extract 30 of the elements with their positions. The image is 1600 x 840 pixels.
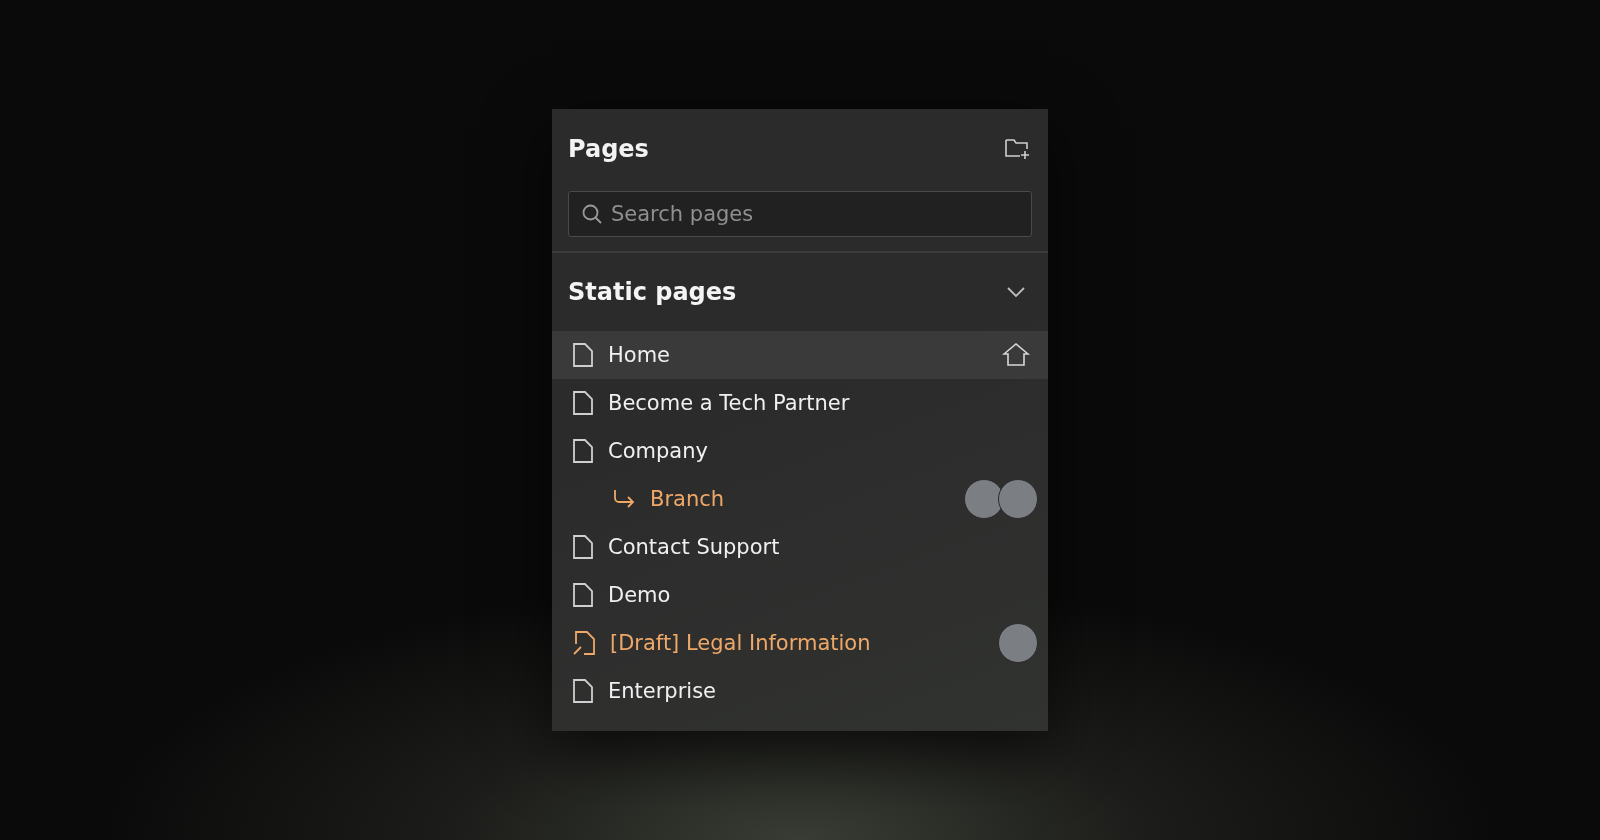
search-field[interactable]: Search pages — [568, 191, 1032, 237]
page-icon — [572, 678, 594, 704]
page-item[interactable]: Demo — [552, 571, 1048, 619]
page-item[interactable]: Contact Support — [552, 523, 1048, 571]
page-item[interactable]: Enterprise — [552, 667, 1048, 715]
page-item[interactable]: Become a Tech Partner — [552, 379, 1048, 427]
new-folder-icon[interactable] — [1004, 136, 1032, 162]
page-label: Enterprise — [608, 679, 717, 703]
branch-arrow-icon — [612, 488, 636, 510]
page-item[interactable]: Home — [552, 331, 1048, 379]
page-label: Branch — [650, 487, 725, 511]
draft-page-icon — [572, 630, 596, 656]
page-label: [Draft] Legal Information — [610, 631, 871, 655]
panel-title: Pages — [568, 135, 649, 163]
page-label: Company — [608, 439, 708, 463]
user-avatar — [998, 623, 1038, 663]
section-header[interactable]: Static pages — [552, 253, 1048, 331]
page-label: Home — [608, 343, 670, 367]
page-icon — [572, 438, 594, 464]
page-icon — [572, 342, 594, 368]
user-avatar — [998, 479, 1038, 519]
page-label: Contact Support — [608, 535, 780, 559]
page-item[interactable]: [Draft] Legal Information — [552, 619, 1048, 667]
page-item[interactable]: Branch — [552, 475, 1048, 523]
page-icon — [572, 534, 594, 560]
page-icon — [572, 582, 594, 608]
page-label: Become a Tech Partner — [608, 391, 850, 415]
page-item[interactable]: Company — [552, 427, 1048, 475]
page-label: Demo — [608, 583, 671, 607]
page-icon — [572, 390, 594, 416]
